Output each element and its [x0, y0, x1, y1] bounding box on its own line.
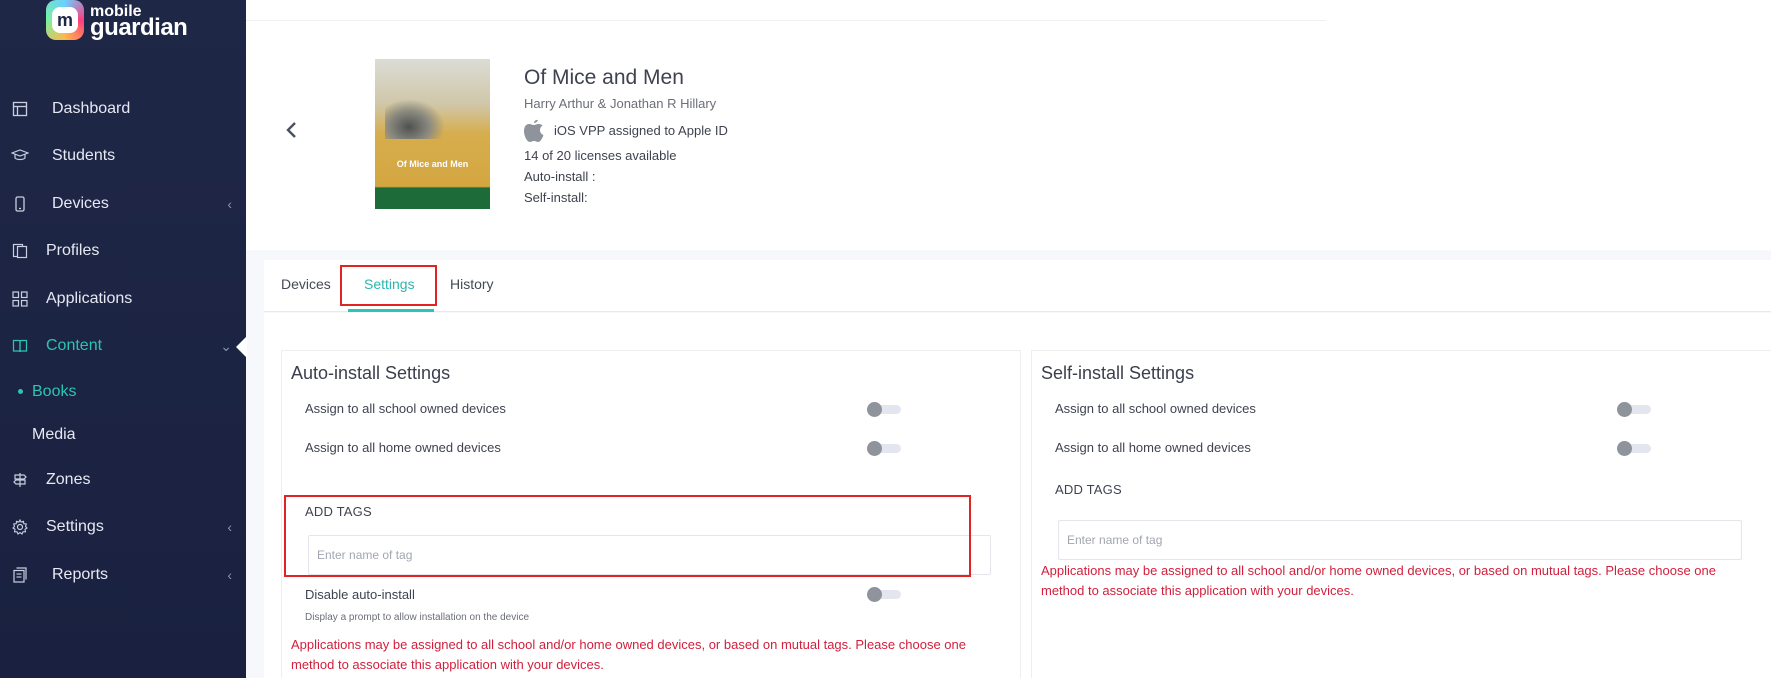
reports-icon: [11, 566, 29, 584]
auto-install-warning: Applications may be assigned to all scho…: [291, 637, 966, 672]
logo-letter: m: [52, 7, 78, 33]
toggle-knob: [1617, 402, 1632, 417]
auto-install-title: Auto-install Settings: [291, 363, 451, 383]
top-divider: [246, 20, 1326, 21]
sidebar-item-label: Settings: [46, 518, 104, 536]
cover-figures: [385, 99, 445, 139]
sidebar-item-label: Students: [52, 147, 116, 165]
logo[interactable]: m mobile guardian: [46, 0, 188, 46]
chevron-left-icon: ‹: [227, 195, 232, 212]
license-count: 14 of 20 licenses available: [524, 148, 677, 163]
zones-icon: [11, 471, 29, 489]
self-school-label: Assign to all school owned devices: [1055, 401, 1256, 416]
sidebar-item-reports[interactable]: Reports ‹: [0, 551, 246, 599]
sidebar-subitem-label: Books: [32, 382, 77, 400]
toggle-knob: [867, 587, 882, 602]
logo-line2: guardian: [90, 14, 188, 41]
auto-install-panel: Auto-install Settings Assign to all scho…: [281, 350, 1021, 678]
chevron-left-icon: ‹: [227, 519, 232, 536]
applications-icon: [11, 290, 29, 308]
self-install-panel: Self-install Settings Assign to all scho…: [1031, 350, 1771, 678]
self-tags-label: ADD TAGS: [1055, 482, 1122, 497]
sidebar-item-devices[interactable]: Devices ‹: [0, 180, 246, 228]
chevron-left-icon: ‹: [227, 566, 232, 583]
sidebar-item-label: Content: [46, 337, 103, 355]
sidebar-item-settings[interactable]: Settings ‹: [0, 504, 246, 552]
sidebar-subitem-label: Media: [32, 425, 76, 443]
tab-devices[interactable]: Devices: [281, 276, 331, 292]
book-cover-image: Of Mice and Men: [375, 59, 490, 209]
book-author: Harry Arthur & Jonathan R Hillary: [524, 96, 717, 111]
sidebar-item-label: Devices: [52, 194, 109, 212]
logo-text: mobile guardian: [90, 4, 188, 41]
self-tags-input[interactable]: [1058, 520, 1742, 560]
profiles-icon: [11, 242, 29, 260]
active-tab-indicator: [348, 309, 434, 312]
auto-tags-label: ADD TAGS: [305, 504, 372, 519]
dashboard-icon: [11, 100, 29, 118]
self-install-title: Self-install Settings: [1041, 363, 1195, 383]
sidebar-item-dashboard[interactable]: Dashboard: [0, 85, 246, 133]
sidebar-item-zones[interactable]: Zones: [0, 456, 246, 504]
sidebar-item-profiles[interactable]: Profiles: [0, 228, 246, 276]
sidebar: m mobile guardian Dashboard Students Dev…: [0, 0, 247, 678]
cover-title: Of Mice and Men: [396, 159, 469, 169]
self-home-toggle[interactable]: [1617, 441, 1651, 456]
toggle-knob: [867, 441, 882, 456]
sidebar-subitem-media[interactable]: Media: [0, 413, 246, 456]
sidebar-subitem-books[interactable]: Books: [0, 370, 246, 413]
auto-tags-input[interactable]: [308, 535, 991, 575]
chevron-left-icon: [286, 122, 296, 138]
toggle-knob: [867, 402, 882, 417]
tabs-bar: Devices Settings History: [264, 260, 1771, 312]
tab-history[interactable]: History: [450, 276, 494, 292]
book-title: Of Mice and Men: [524, 66, 684, 89]
gear-icon: [11, 518, 29, 536]
content-icon: [11, 337, 29, 355]
self-school-toggle[interactable]: [1617, 402, 1651, 417]
toggle-knob: [1617, 441, 1632, 456]
auto-school-label: Assign to all school owned devices: [305, 401, 506, 416]
chevron-down-icon: ⌄: [220, 337, 232, 354]
back-button[interactable]: [285, 120, 301, 142]
disable-auto-install-help: Display a prompt to allow installation o…: [305, 612, 530, 623]
apple-icon: [523, 118, 545, 144]
auto-school-toggle[interactable]: [867, 402, 901, 417]
sidebar-item-students[interactable]: Students: [0, 133, 246, 181]
sidebar-item-label: Dashboard: [52, 99, 131, 117]
vpp-status: iOS VPP assigned to Apple ID: [554, 123, 728, 138]
auto-home-toggle[interactable]: [867, 441, 901, 456]
self-install-status: Self-install:: [524, 190, 588, 205]
auto-install-status: Auto-install :: [524, 169, 596, 184]
sidebar-item-applications[interactable]: Applications: [0, 275, 246, 323]
sidebar-item-label: Applications: [46, 289, 133, 307]
students-icon: [11, 147, 29, 165]
auto-home-label: Assign to all home owned devices: [305, 440, 501, 455]
devices-icon: [11, 195, 29, 213]
disable-auto-install-toggle[interactable]: [867, 587, 901, 602]
sidebar-item-label: Reports: [52, 565, 109, 583]
disable-auto-install-label: Disable auto-install: [305, 587, 415, 602]
sidebar-item-label: Profiles: [46, 242, 100, 260]
sidebar-item-label: Zones: [46, 470, 91, 488]
logo-mark-icon: m: [46, 0, 84, 40]
tab-settings[interactable]: Settings: [364, 276, 415, 292]
sidebar-nav: Dashboard Students Devices ‹ Profiles Ap…: [0, 85, 247, 599]
self-install-warning: Applications may be assigned to all scho…: [1041, 563, 1716, 598]
sidebar-item-content[interactable]: Content ⌄: [0, 323, 247, 371]
self-home-label: Assign to all home owned devices: [1055, 440, 1251, 455]
